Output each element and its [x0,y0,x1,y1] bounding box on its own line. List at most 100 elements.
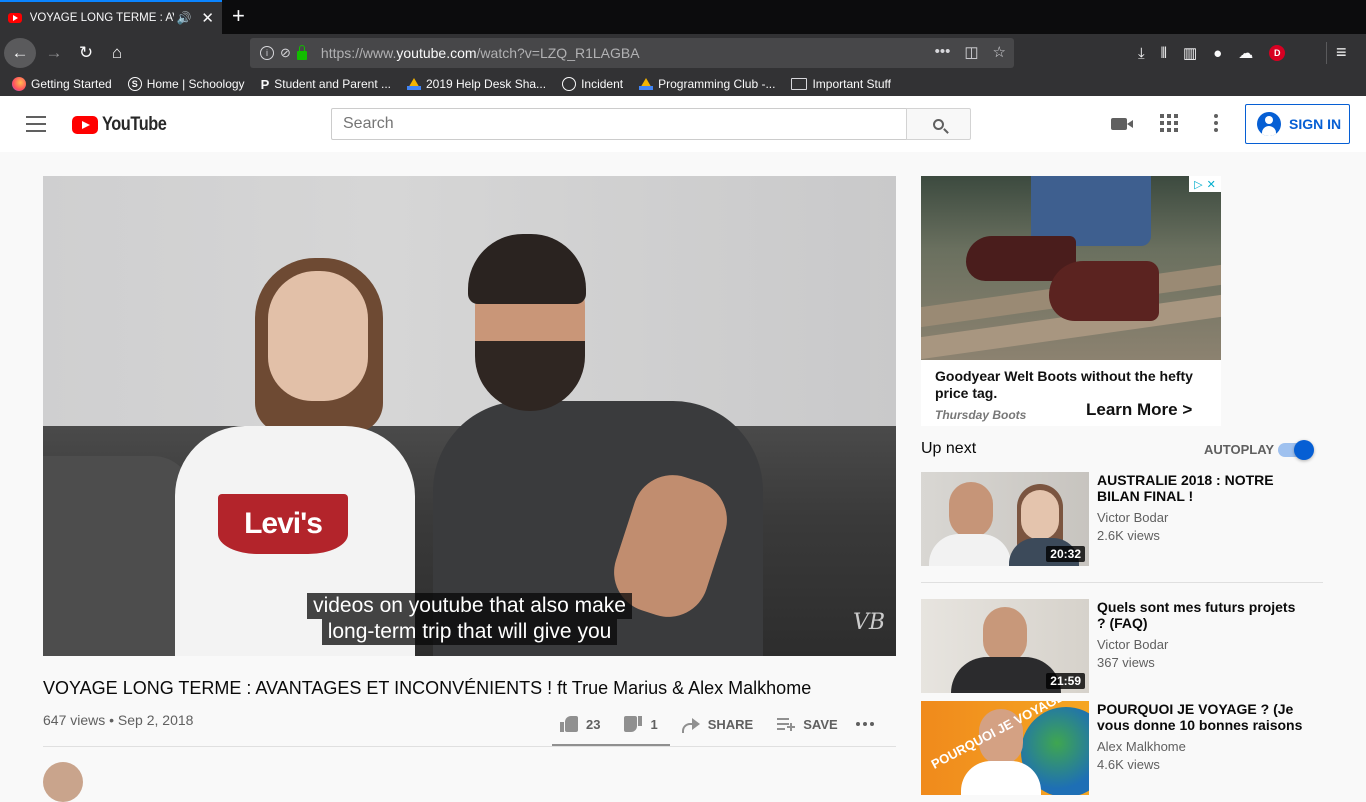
home-button[interactable]: ⌂ [104,38,130,68]
channel-avatar[interactable] [43,762,83,802]
browser-tabstrip: VOYAGE LONG TERME : AVANTAGES ET INCONVÉ… [0,0,1366,34]
ad-headline[interactable]: Goodyear Welt Boots without the hefty pr… [935,368,1205,402]
like-count: 23 [586,716,601,732]
schoology-icon: S [127,77,142,91]
bookmark-incident[interactable]: Incident [562,77,623,91]
recommendation-views: 367 views [1097,655,1155,670]
thumbs-up-icon [560,716,578,732]
dislike-count: 1 [650,716,658,732]
reload-button[interactable]: ↻ [74,38,98,68]
youtube-favicon-icon [8,13,22,23]
new-tab-button[interactable]: + [232,4,245,28]
create-video-icon[interactable] [1111,118,1133,130]
share-button[interactable]: SHARE [681,716,754,733]
recommendation-channel: Alex Malkhome [1097,739,1186,754]
recommendation-title[interactable]: POURQUOI JE VOYAGE ? (Je vous donne 10 b… [1097,701,1307,733]
settings-more-icon[interactable] [1214,114,1218,134]
folder-icon [791,78,808,90]
dislike-button[interactable]: 1 [624,716,657,732]
close-tab-icon[interactable]: ✕ [201,9,214,27]
page-actions-icon[interactable]: ••• [935,43,951,61]
recommendation-item[interactable]: POURQUOI JE VOYAGE ? POURQUOI JE VOYAGE … [921,701,1323,795]
info-divider [43,746,896,747]
drive-icon [406,78,421,90]
playlist-add-icon [777,717,796,731]
save-label: SAVE [803,716,838,732]
save-button[interactable]: SAVE [777,716,838,732]
share-icon [681,718,700,733]
recommendation-item[interactable]: 20:32 AUSTRALIE 2018 : NOTRE BILAN FINAL… [921,472,1323,566]
toolbar-separator [1326,42,1327,64]
bookmark-student-parent[interactable]: P Student and Parent ... [260,77,391,92]
ad-learn-more-button[interactable]: Learn More > [1086,400,1192,420]
video-player[interactable]: Levi's videos on youtube that also make … [43,176,896,656]
sidebar-ad[interactable]: ▷ ✕ Goodyear Welt Boots without the hefty… [921,176,1221,426]
youtube-logo[interactable]: YouTube [72,114,177,136]
hamburger-menu-icon[interactable]: ≡ [1336,42,1347,63]
recommendation-item[interactable]: 21:59 Quels sont mes futurs projets ? (F… [921,599,1323,693]
globe-icon [562,77,577,91]
search-icon [933,118,944,130]
recommendation-channel: Victor Bodar [1097,637,1169,652]
bookmark-schoology[interactable]: S Home | Schoology [127,77,245,91]
adchoices-icon[interactable]: ▷ ✕ [1189,176,1221,192]
p-icon: P [260,77,270,92]
bookmark-programming-club[interactable]: Programming Club -... [639,77,775,91]
levis-logo: Levi's [218,494,348,554]
recommendation-title[interactable]: Quels sont mes futurs projets ? (FAQ) [1097,599,1307,631]
recommendation-title[interactable]: AUSTRALIE 2018 : NOTRE BILAN FINAL ! [1097,472,1307,504]
youtube-masthead: YouTube SIGN IN [0,96,1366,152]
browser-tab-active[interactable]: VOYAGE LONG TERME : AVANTAGES ET INCONVÉ… [0,0,222,34]
drive-icon [639,78,654,90]
channel-watermark[interactable]: VB [853,610,885,635]
toolbar-icons: ⤓ ⫴ ▥ ● ☁ D [1138,38,1286,68]
duration-badge: 20:32 [1046,546,1085,562]
caption-line-2: long-term trip that will give you [43,619,896,645]
autoplay-permission-icon[interactable]: ⊘ [280,45,291,61]
profile-avatar[interactable]: D [1269,45,1286,61]
like-button[interactable]: 23 [560,716,600,732]
speaker-icon[interactable]: 🔊 [176,11,191,25]
recommendation-thumbnail[interactable]: 20:32 [921,472,1089,566]
account-icon[interactable]: ● [1213,45,1222,62]
video-meta: 647 views • Sep 2, 2018 [43,712,194,728]
more-actions-icon[interactable] [855,722,874,726]
autoplay-label: AUTOPLAY [1204,442,1275,457]
search-input[interactable] [331,108,907,140]
bookmark-important-stuff[interactable]: Important Stuff [791,77,891,91]
url-text[interactable]: https://www.youtube.com/watch?v=LZQ_R1LA… [321,45,640,61]
recommendation-thumbnail[interactable]: POURQUOI JE VOYAGE ? [921,701,1089,795]
recommendation-views: 4.6K views [1097,757,1160,772]
downloads-icon[interactable]: ⤓ [1138,45,1145,62]
ad-brand: Thursday Boots [935,408,1027,422]
forward-button[interactable]: → [42,38,66,68]
video-actions: 23 1 SHARE SAVE [560,706,874,742]
library-icon[interactable]: ⫴ [1161,45,1167,62]
bookmark-star-icon[interactable]: ☆ [993,43,1006,61]
extension-icon[interactable]: ☁ [1238,44,1253,62]
apps-grid-icon[interactable] [1160,114,1178,132]
back-button[interactable]: ← [4,38,36,68]
share-label: SHARE [707,716,754,732]
recommendation-thumbnail[interactable]: 21:59 [921,599,1089,693]
url-bar[interactable]: i ⊘ https://www.youtube.com/watch?v=LZQ_… [250,38,1014,68]
autoplay-toggle[interactable] [1278,440,1314,460]
recommendation-views: 2.6K views [1097,528,1160,543]
sidebar-icon[interactable]: ▥ [1183,44,1197,62]
guide-menu-icon[interactable] [26,116,46,132]
lock-icon[interactable] [296,44,307,60]
firefox-icon [12,77,26,91]
caption-line-1: videos on youtube that also make [43,593,896,619]
sign-in-button[interactable]: SIGN IN [1245,104,1350,144]
search-button[interactable] [906,108,971,140]
recommendation-channel: Victor Bodar [1097,510,1169,525]
bookmarks-toolbar: Getting Started S Home | Schoology P Stude… [0,72,1366,96]
info-icon[interactable]: i [260,46,274,60]
bookmark-help-desk[interactable]: 2019 Help Desk Sha... [406,77,546,91]
ad-image[interactable]: ▷ ✕ [921,176,1221,360]
sign-in-label: SIGN IN [1289,116,1342,132]
youtube-play-icon [72,116,98,134]
pocket-icon[interactable]: ◫ [964,43,978,61]
bookmark-getting-started[interactable]: Getting Started [12,77,112,91]
thumbs-down-icon [624,716,642,732]
